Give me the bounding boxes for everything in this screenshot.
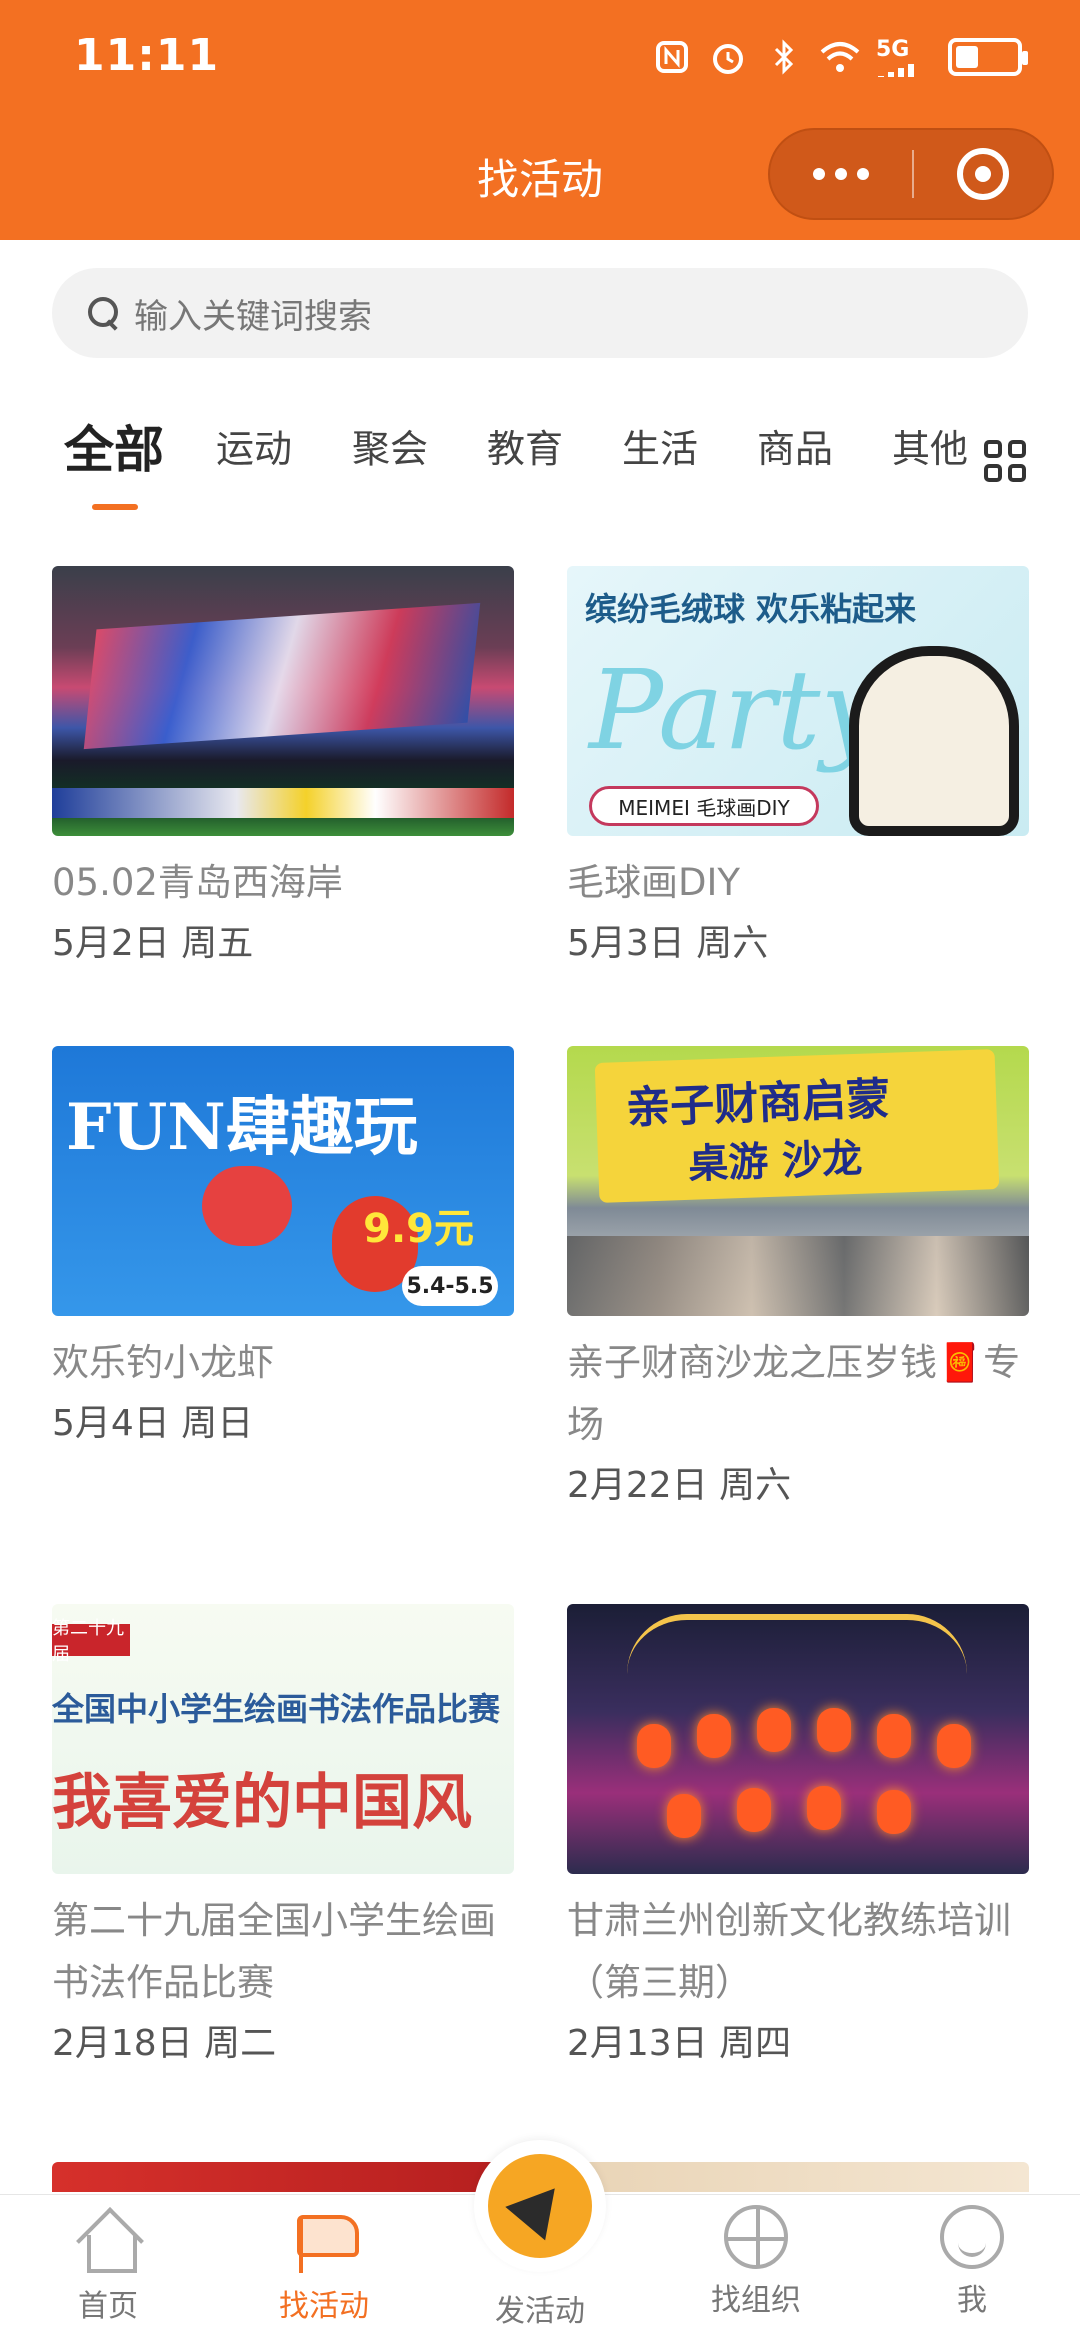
home-icon [73, 2205, 143, 2275]
image-headline: 缤纷毛绒球 欢乐粘起来 [585, 590, 917, 628]
alarm-icon [708, 37, 748, 77]
image-line-1: 全国中小学生绘画书法作品比赛 [52, 1690, 501, 1728]
heart-shape [202, 1166, 292, 1246]
mini-program-capsule [768, 128, 1054, 220]
event-date: 2月22日 周六 [567, 1465, 792, 1506]
nav-find-activity[interactable]: 找活动 [254, 2205, 394, 2325]
image-party-text: Party [589, 646, 883, 774]
network-type: 5G [876, 37, 910, 62]
event-card-peek[interactable] [52, 2162, 514, 2192]
event-date: 5月2日 周五 [52, 923, 254, 964]
puppy-illustration [849, 646, 1019, 836]
more-options-button[interactable] [770, 130, 912, 218]
event-date: 2月18日 周二 [52, 2023, 277, 2064]
cellular-signal-icon: 5G [876, 37, 932, 77]
tab-gathering[interactable]: 聚会 [352, 418, 428, 473]
event-title: 亲子财商沙龙之压岁钱🧧专场 [567, 1341, 1021, 1446]
paper-plane-icon [505, 2171, 575, 2241]
category-tabs: 全部 运动 聚会 教育 生活 商品 其他 [0, 418, 1080, 518]
search-input[interactable]: 输入关键词搜索 [134, 289, 372, 338]
image-line-2: 我喜爱的中国风 [52, 1768, 472, 1838]
close-mini-program-button[interactable] [914, 130, 1052, 218]
status-time: 11:11 [74, 30, 220, 81]
basketball-icon [724, 2205, 788, 2269]
event-title: 05.02青岛西海岸 [52, 861, 343, 904]
event-image-stadium [52, 566, 514, 836]
tab-education[interactable]: 教育 [487, 418, 563, 473]
event-image-salon: 亲子财商启蒙 桌游 沙龙 [567, 1046, 1029, 1316]
search-icon [78, 289, 126, 337]
event-title: 第二十九届全国小学生绘画书法作品比赛 [52, 1899, 496, 2004]
nav-label: 我 [957, 2283, 987, 2318]
image-tag: MEIMEI 毛球画DIY [589, 786, 819, 826]
tab-all[interactable]: 全部 [64, 410, 164, 482]
event-image-art-contest: 第二十九届 全国中小学生绘画书法作品比赛 我喜爱的中国风 [52, 1604, 514, 1874]
event-date: 5月4日 周日 [52, 1403, 254, 1444]
publish-button-circle [488, 2154, 592, 2258]
event-card[interactable]: 05.02青岛西海岸 5月2日 周五 [52, 566, 514, 972]
title-bar: 找活动 [0, 120, 1080, 230]
wifi-icon [820, 37, 860, 77]
event-image-lantern-bridge [567, 1604, 1029, 1874]
nav-me[interactable]: 我 [902, 2205, 1042, 2319]
nfc-icon [652, 37, 692, 77]
header-bar: 11:11 5G 找活动 [0, 0, 1080, 240]
publish-activity-button[interactable] [474, 2140, 606, 2272]
event-title: 欢乐钓小龙虾 [52, 1341, 274, 1384]
image-price: 9.9元 [363, 1206, 474, 1252]
nav-home[interactable]: 首页 [38, 2205, 178, 2325]
tab-life[interactable]: 生活 [622, 418, 698, 473]
app-screen: 11:11 5G 找活动 输入关键词搜索 全部 运动 聚会 教育 生活 商品 其… [0, 0, 1080, 2340]
status-bar: 11:11 5G [0, 0, 1080, 120]
event-title: 毛球画DIY [567, 861, 741, 904]
event-image-crayfish: FUN肆趣玩 9.9元 5.4-5.5 [52, 1046, 514, 1316]
tab-sports[interactable]: 运动 [216, 418, 292, 473]
event-card[interactable]: 甘肃兰州创新文化教练培训（第三期） 2月13日 周四 [567, 1604, 1029, 2072]
event-card[interactable]: FUN肆趣玩 9.9元 5.4-5.5 欢乐钓小龙虾 5月4日 周日 [52, 1046, 514, 1452]
nav-label: 首页 [78, 2289, 138, 2324]
event-title: 甘肃兰州创新文化教练培训（第三期） [567, 1899, 1011, 2004]
event-card[interactable]: 亲子财商启蒙 桌游 沙龙 亲子财商沙龙之压岁钱🧧专场 2月22日 周六 [567, 1046, 1029, 1514]
bluetooth-icon [764, 37, 804, 77]
flag-icon [289, 2205, 359, 2275]
status-icons: 5G [652, 34, 1028, 80]
event-card[interactable]: 第二十九届 全国中小学生绘画书法作品比赛 我喜爱的中国风 第二十九届全国小学生绘… [52, 1604, 514, 2072]
tab-goods[interactable]: 商品 [757, 418, 833, 473]
event-image-party: 缤纷毛绒球 欢乐粘起来 Party MEIMEI 毛球画DIY [567, 566, 1029, 836]
active-tab-indicator [92, 504, 138, 510]
image-badge: 第二十九届 [52, 1618, 130, 1665]
image-line-1: 亲子财商启蒙 [625, 1073, 892, 1134]
image-line-2: 桌游 沙龙 [687, 1135, 863, 1188]
event-card[interactable]: 缤纷毛绒球 欢乐粘起来 Party MEIMEI 毛球画DIY 毛球画DIY 5… [567, 566, 1029, 972]
group-photo [567, 1236, 1029, 1316]
event-date: 5月3日 周六 [567, 923, 769, 964]
tab-other[interactable]: 其他 [892, 418, 968, 473]
nav-label: 找组织 [711, 2283, 801, 2318]
salon-sign: 亲子财商启蒙 桌游 沙龙 [594, 1049, 1000, 1203]
target-icon [957, 148, 1009, 200]
publish-label: 发活动 [495, 2294, 585, 2329]
event-card-peek[interactable] [567, 2162, 1029, 2192]
nav-label: 找活动 [279, 2289, 369, 2324]
event-date: 2月13日 周四 [567, 2023, 792, 2064]
search-placeholder: 输入关键词搜索 [134, 296, 372, 337]
bridge-arch [627, 1614, 967, 1694]
nav-find-organization[interactable]: 找组织 [686, 2205, 826, 2319]
search-bar[interactable]: 输入关键词搜索 [52, 268, 1028, 358]
image-date-range: 5.4-5.5 [402, 1266, 498, 1306]
image-fun-text: FUN肆趣玩 [66, 1090, 418, 1165]
grid-menu-icon[interactable] [984, 440, 1026, 482]
profile-icon [940, 2205, 1004, 2269]
battery-icon [948, 38, 1028, 76]
